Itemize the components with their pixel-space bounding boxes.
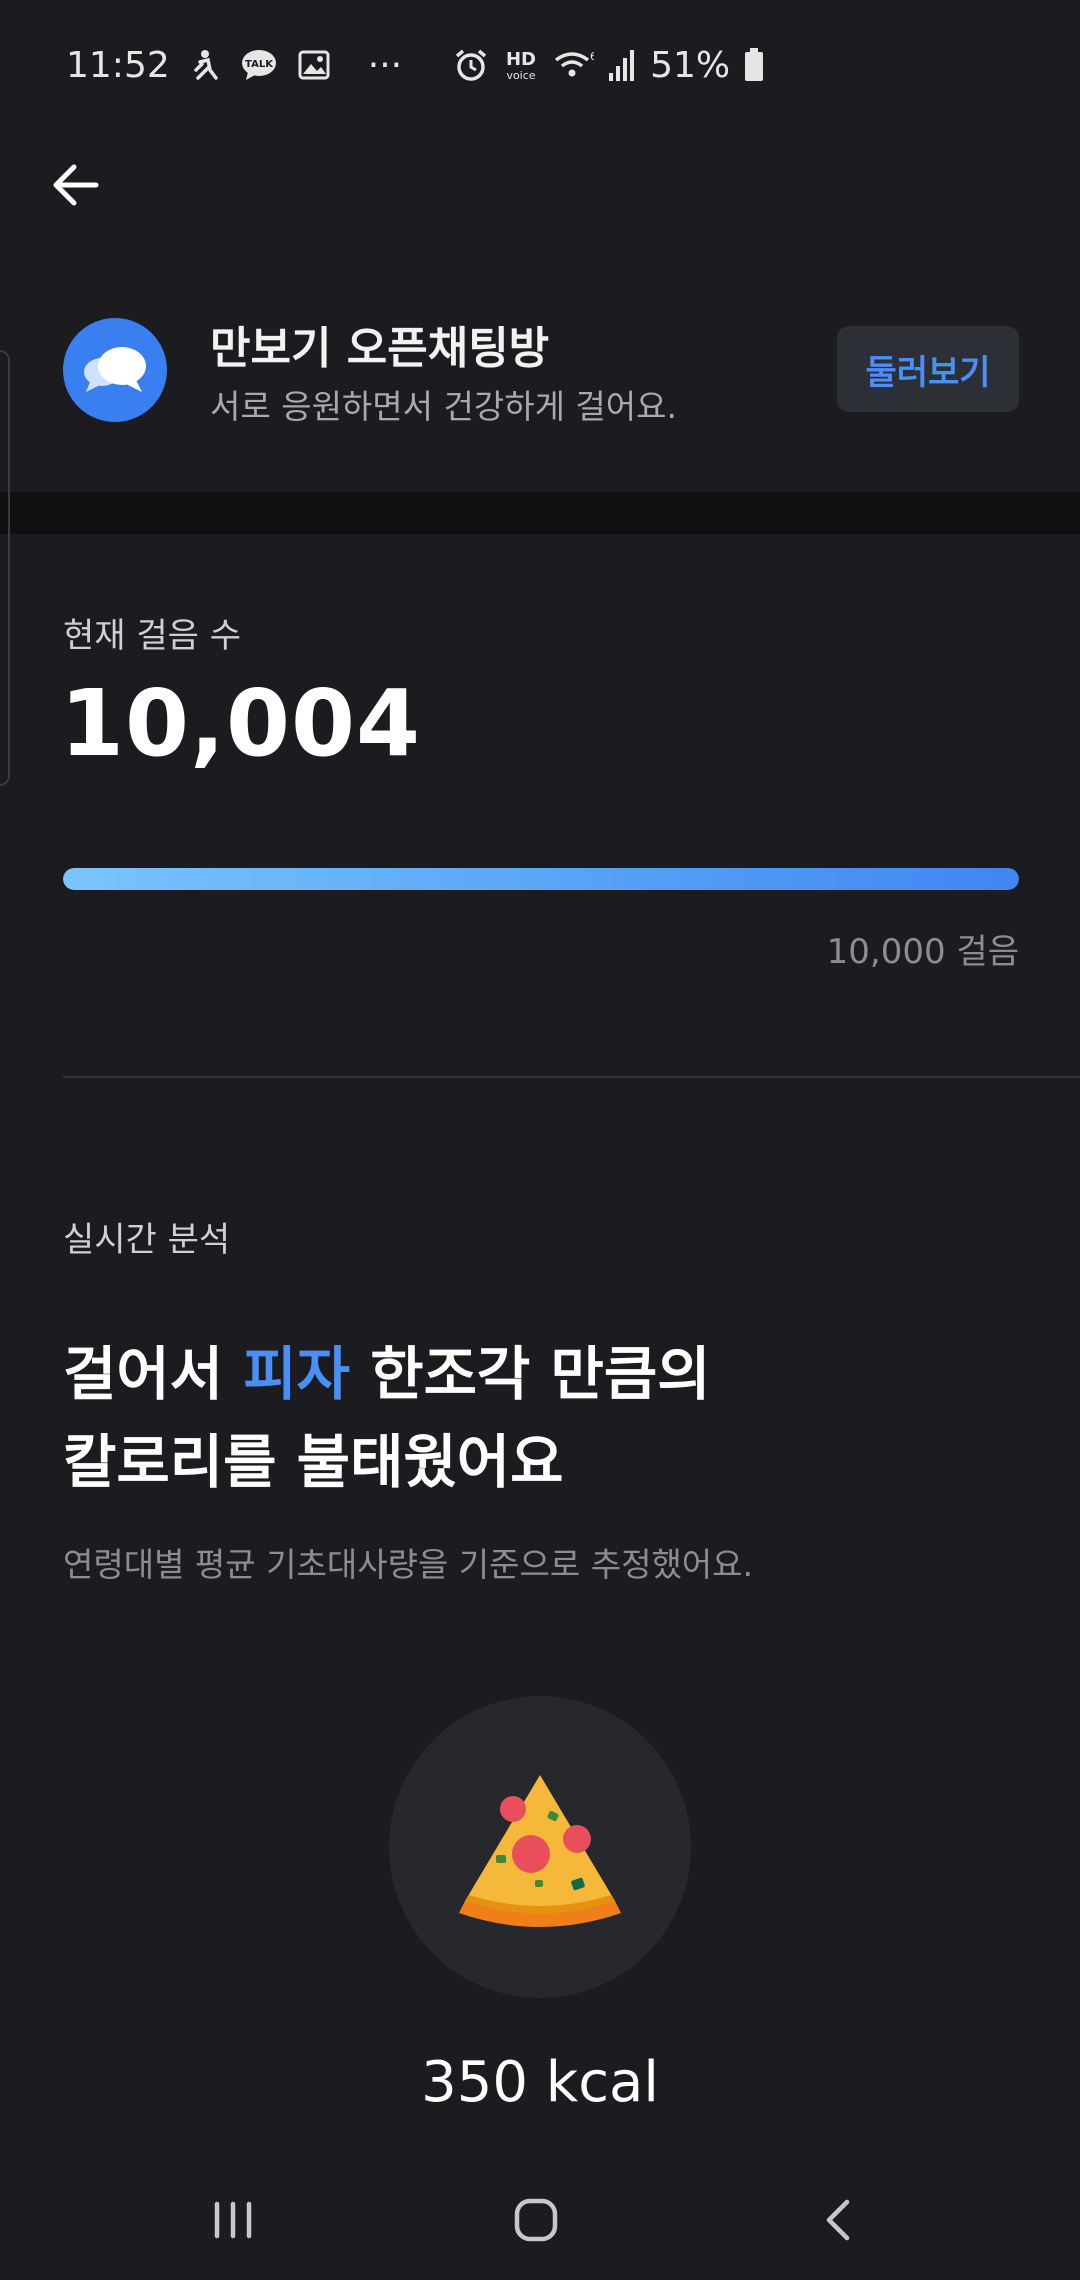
gallery-icon [298, 50, 330, 80]
divider-line [63, 1076, 1080, 1078]
open-chat-room-card[interactable]: 만보기 오픈채팅방 서로 응원하면서 건강하게 걸어요. 둘러보기 [0, 300, 1080, 490]
home-icon [514, 2198, 558, 2242]
nav-back-button[interactable] [793, 2180, 883, 2260]
alarm-icon [454, 48, 488, 82]
battery-icon [744, 48, 764, 82]
steps-goal-label: 10,000 걸음 [826, 932, 1019, 972]
recents-button[interactable] [188, 2180, 278, 2260]
current-steps-label: 현재 걸음 수 [63, 616, 242, 656]
headline-text-post: 한조각 만큼의 [350, 1340, 711, 1408]
steps-progress-fill [63, 868, 1019, 890]
headline-text-pre: 걸어서 [63, 1340, 244, 1408]
status-time: 11:52 [66, 44, 170, 86]
chat-bubbles-icon [63, 318, 167, 422]
signal-icon [608, 49, 636, 81]
recents-icon [214, 2201, 252, 2239]
browse-button[interactable]: 둘러보기 [837, 326, 1019, 412]
system-navigation-bar [0, 2160, 1080, 2280]
headline-text-line2: 칼로리를 불태웠어요 [63, 1428, 564, 1496]
room-subtitle: 서로 응원하면서 건강하게 걸어요. [210, 387, 677, 426]
nav-back-icon [826, 2199, 850, 2241]
svg-text:6: 6 [590, 50, 594, 63]
pizza-icon [459, 1775, 621, 1927]
headline-food-highlight: 피자 [243, 1340, 351, 1408]
current-steps-value: 10,004 [60, 670, 422, 777]
realtime-analysis-label: 실시간 분석 [63, 1220, 231, 1260]
svg-text:TALK: TALK [245, 59, 274, 70]
battery-percent: 51% [650, 44, 731, 86]
hd-voice-icon: HD voice [502, 48, 540, 82]
calorie-headline: 걸어서 피자 한조각 만큼의 칼로리를 불태웠어요 [63, 1330, 711, 1506]
talk-icon: TALK [240, 48, 278, 82]
food-illustration [389, 1696, 691, 1998]
estimation-note: 연령대별 평균 기초대사량을 기준으로 추정했어요. [63, 1545, 754, 1584]
section-divider [0, 492, 1080, 534]
walk-icon [190, 48, 220, 82]
edge-panel-handle[interactable] [0, 350, 10, 786]
back-button[interactable] [40, 150, 110, 220]
svg-text:voice: voice [507, 69, 536, 82]
wifi-icon: 6 [554, 48, 594, 82]
home-button[interactable] [491, 2180, 581, 2260]
more-icon: ··· [367, 44, 403, 86]
arrow-left-icon [53, 164, 99, 206]
svg-text:HD: HD [506, 49, 536, 70]
calories-burned-value: 350 kcal [421, 2050, 659, 2115]
top-app-bar [0, 130, 1080, 230]
status-bar: 11:52 TALK ··· HD voice 6 51% [0, 0, 1080, 130]
room-title: 만보기 오픈채팅방 [210, 323, 550, 374]
steps-progress-bar [63, 868, 1019, 890]
